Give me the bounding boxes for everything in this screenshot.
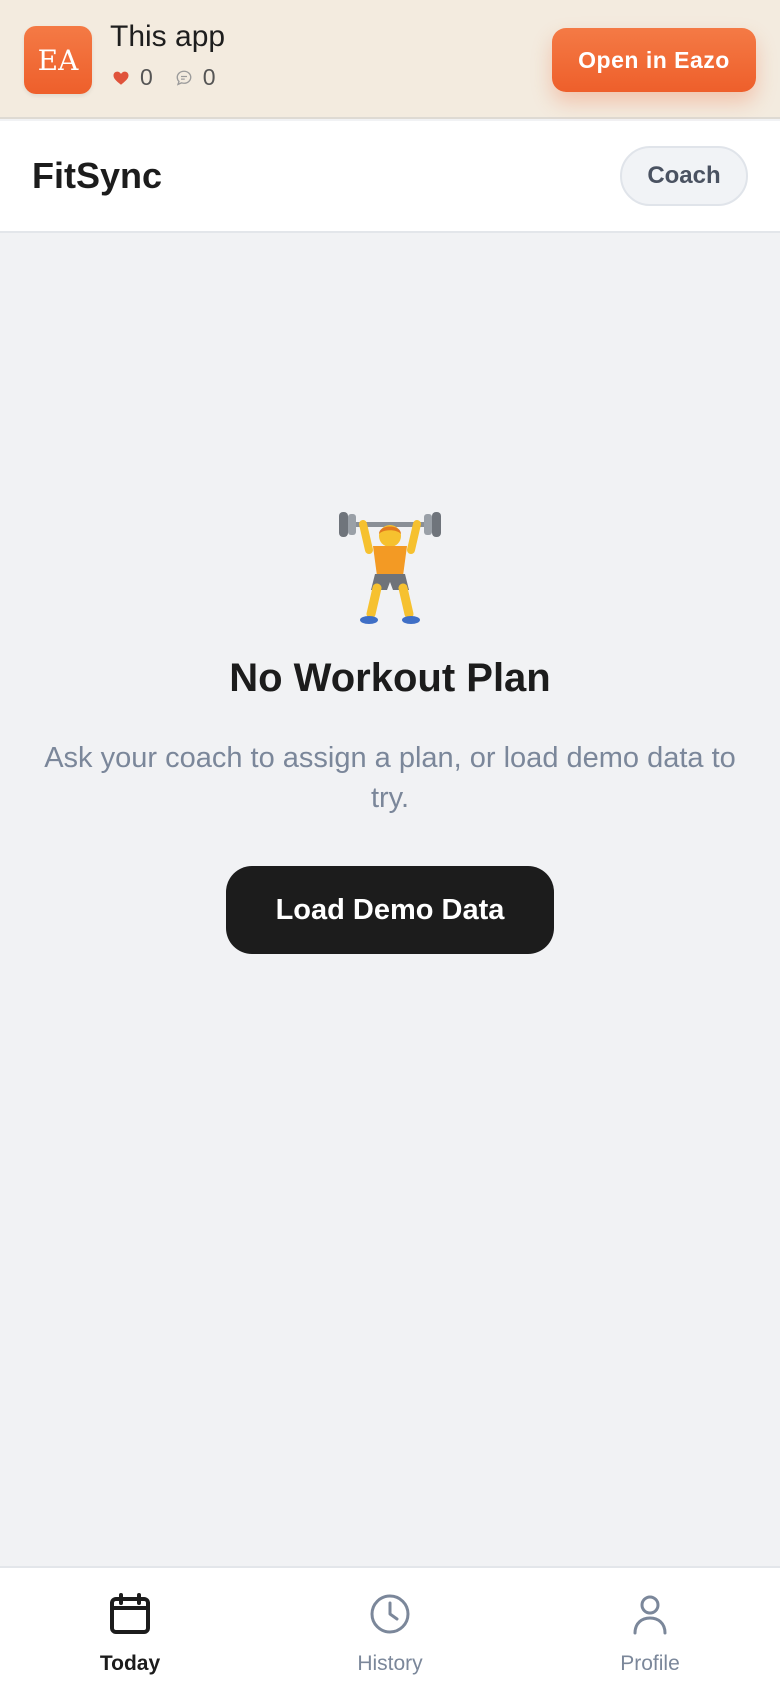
comments-count: 0: [202, 64, 216, 90]
likes-count: 0: [140, 64, 153, 90]
open-in-eazo-button[interactable]: Open in Eazo: [552, 28, 756, 92]
nav-label-history: History: [357, 1652, 423, 1675]
nav-item-history[interactable]: History: [260, 1568, 520, 1688]
heart-icon: [113, 71, 129, 85]
nav-item-today[interactable]: Today: [0, 1568, 260, 1688]
likes-stat[interactable]: 0: [112, 64, 153, 91]
comments-stat[interactable]: 0: [175, 64, 216, 91]
clock-icon: [370, 1594, 410, 1634]
brand-title: FitSync: [32, 155, 163, 196]
load-demo-data-button[interactable]: Load Demo Data: [226, 866, 554, 954]
empty-state: No Workout Plan Ask your coach to assign…: [0, 510, 780, 954]
calendar-icon: [110, 1593, 150, 1634]
coach-button[interactable]: Coach: [620, 146, 748, 206]
page: EA This app 0 0 Open in Eazo FitSync Coa: [0, 0, 780, 1688]
app-name: This app: [110, 20, 226, 53]
app-logo: EA: [24, 26, 92, 94]
nav-label-profile: Profile: [620, 1652, 680, 1675]
app-stats: 0 0: [112, 64, 238, 91]
promo-banner: EA This app 0 0 Open in Eazo: [0, 0, 780, 119]
weightlifter-icon: [339, 512, 441, 624]
nav-item-profile[interactable]: Profile: [520, 1568, 780, 1688]
user-icon: [633, 1595, 667, 1635]
nav-label-today: Today: [99, 1652, 161, 1675]
comment-icon: [176, 70, 192, 86]
empty-title: No Workout Plan: [229, 656, 551, 700]
app-header: FitSync Coach: [0, 121, 780, 233]
bottom-nav: Today History Profile: [0, 1566, 780, 1688]
empty-description: Ask your coach to assign a plan, or load…: [44, 742, 736, 814]
